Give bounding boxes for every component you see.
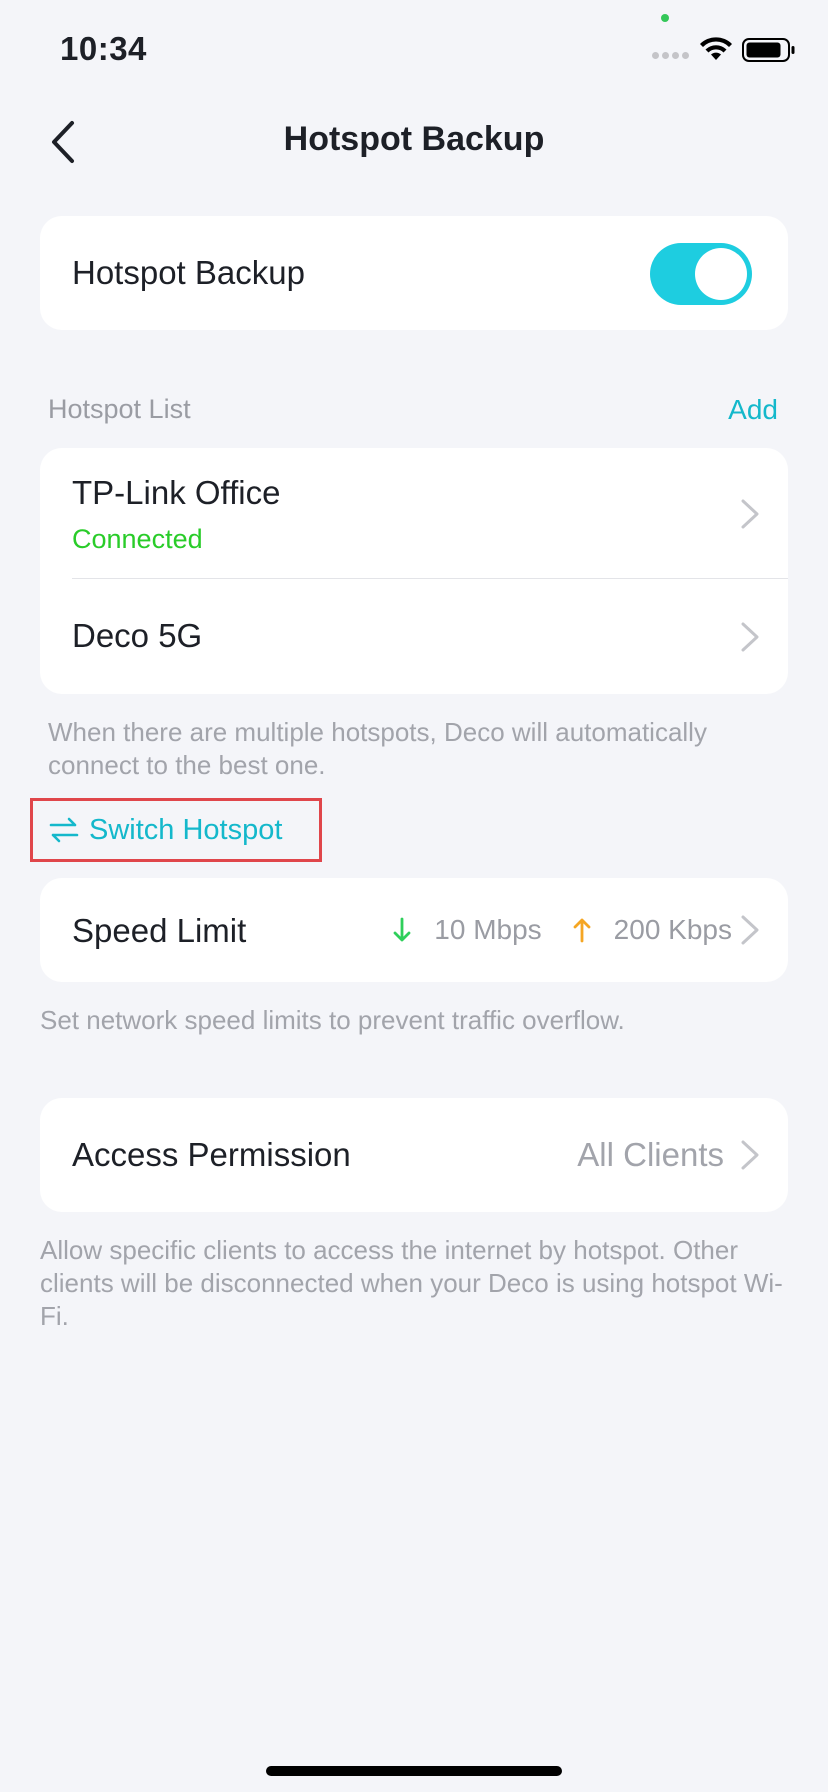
chevron-right-icon: [741, 915, 759, 945]
hotspot-list-header: Hotspot List: [48, 394, 191, 424]
hotspot-status: Connected: [72, 524, 203, 554]
access-permission-value: All Clients: [577, 1136, 724, 1173]
download-arrow-icon: [393, 917, 411, 942]
hotspot-backup-toggle[interactable]: [650, 243, 752, 305]
chevron-right-icon: [741, 1140, 759, 1170]
access-permission-row[interactable]: Access Permission All Clients: [40, 1098, 788, 1212]
hotspot-list-hint: When there are multiple hotspots, Deco w…: [48, 717, 707, 780]
hotspot-backup-card: Hotspot Backup: [40, 216, 788, 330]
chevron-right-icon: [741, 499, 759, 529]
download-speed: 10 Mbps: [434, 914, 542, 945]
add-hotspot-button[interactable]: Add: [728, 394, 778, 426]
upload-speed: 200 Kbps: [613, 914, 732, 945]
upload-arrow-icon: [573, 918, 591, 943]
switch-hotspot-label: Switch Hotspot: [89, 813, 283, 846]
chevron-right-icon: [741, 622, 759, 652]
access-permission-label: Access Permission: [72, 1136, 351, 1173]
wifi-icon: [700, 37, 732, 60]
hotspot-name: Deco 5G: [72, 617, 203, 654]
cellular-dots-icon: [652, 52, 690, 60]
hotspot-list: TP-Link Office Connected Deco 5G: [40, 448, 788, 694]
navigation-bar: Hotspot Backup: [0, 100, 828, 180]
status-bar: 10:34: [0, 0, 828, 100]
speed-limit-hint: Set network speed limits to prevent traf…: [40, 1005, 625, 1035]
privacy-indicator-dot: [661, 14, 669, 22]
access-permission-hint: Allow specific clients to access the int…: [40, 1235, 783, 1331]
home-indicator[interactable]: [266, 1766, 562, 1776]
battery-icon: [742, 38, 795, 62]
hotspot-backup-label: Hotspot Backup: [72, 254, 305, 291]
switch-hotspot-button[interactable]: Switch Hotspot: [30, 798, 322, 862]
list-item-tp-link-office[interactable]: TP-Link Office Connected: [40, 448, 788, 579]
switch-arrows-icon: [49, 817, 79, 843]
speed-limit-label: Speed Limit: [72, 912, 247, 949]
page-title: Hotspot Backup: [283, 120, 545, 158]
speed-limit-row[interactable]: Speed Limit 10 Mbps 200 Kbps: [40, 878, 788, 982]
speed-values: 10 Mbps 200 Kbps: [392, 914, 732, 946]
list-item-deco-5g[interactable]: Deco 5G: [40, 579, 788, 694]
hotspot-name: TP-Link Office: [72, 474, 281, 511]
toggle-knob: [695, 248, 747, 300]
status-time: 10:34: [60, 30, 147, 67]
